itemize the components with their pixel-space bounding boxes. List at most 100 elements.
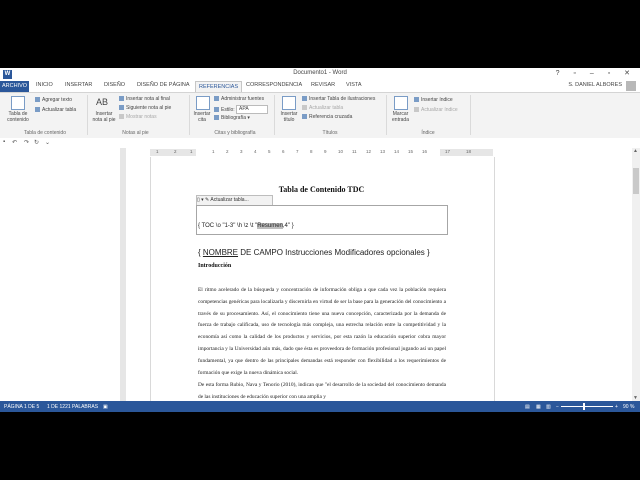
- repeat-icon[interactable]: ↻: [34, 139, 39, 146]
- tab-inicio[interactable]: INICIO: [36, 82, 53, 88]
- ruler-text-area: [196, 149, 440, 156]
- sources-icon: [214, 96, 219, 102]
- update-toc-button[interactable]: Actualizar tabla: [35, 107, 76, 113]
- insert-index-button[interactable]: Insertar índice: [414, 97, 453, 103]
- refresh-icon: [35, 107, 40, 113]
- update-table-control[interactable]: Actualizar tabla...: [210, 197, 248, 203]
- insert-citation-button[interactable]: Insertar cita: [191, 111, 213, 123]
- show-notes-icon: [119, 114, 124, 120]
- group-divider: [189, 95, 190, 135]
- add-text-icon: [35, 97, 40, 103]
- ruler-number: 6: [282, 149, 285, 154]
- ruler-number: 10: [338, 149, 344, 154]
- refresh-icon: [414, 107, 419, 113]
- save-icon[interactable]: ▪: [3, 139, 5, 145]
- word-count[interactable]: 1 DE 1221 PALABRAS: [47, 404, 98, 410]
- page-indicator[interactable]: PÁGINA 1 DE 5: [4, 404, 39, 410]
- tab-revisar[interactable]: REVISAR: [311, 82, 335, 88]
- zoom-slider-thumb[interactable]: [583, 403, 585, 410]
- ruler-number: 8: [310, 149, 313, 154]
- group-label-citations: Citas y bibliografía: [214, 130, 256, 136]
- mark-entry-button[interactable]: Marcar entrada: [388, 111, 413, 123]
- insert-table-of-figures-button[interactable]: Insertar Tabla de ilustraciones: [302, 96, 375, 102]
- style-dropdown[interactable]: APA: [236, 105, 269, 114]
- ruler-number: 7: [296, 149, 299, 154]
- zoom-level[interactable]: 90 %: [623, 404, 634, 410]
- ruler-number: 14: [394, 149, 400, 154]
- next-footnote-icon: [119, 105, 124, 111]
- vertical-ruler: [120, 148, 126, 401]
- update-table-icon: ✎: [205, 197, 210, 203]
- toc-field-code[interactable]: { TOC \o "1-3" \h \z \t "Resumen,4" }: [198, 223, 294, 229]
- toc-heading[interactable]: Tabla de Contenido TDC: [150, 185, 493, 194]
- next-footnote-button[interactable]: Siguiente nota al pie: [119, 105, 171, 111]
- endnote-icon: [119, 96, 124, 102]
- title-bar: W Documento1 - Word ? ▫ – ▫ ✕: [0, 68, 640, 81]
- update-index-button[interactable]: Actualizar índice: [414, 107, 458, 113]
- group-divider: [470, 95, 471, 135]
- tab-diseno[interactable]: DISEÑO: [104, 82, 125, 88]
- undo-icon[interactable]: ↶: [12, 139, 17, 146]
- toc-options-icon[interactable]: ▯ ▾: [197, 197, 205, 203]
- cross-reference-button[interactable]: Referencia cruzada: [302, 114, 352, 120]
- customize-qat-icon[interactable]: ⌄: [45, 139, 50, 146]
- ruler-number: 11: [352, 149, 357, 154]
- tab-diseno-pagina[interactable]: DISEÑO DE PÁGINA: [137, 82, 190, 88]
- scroll-up-icon[interactable]: ▲: [633, 148, 638, 154]
- insert-citation-icon: [196, 96, 210, 110]
- intro-heading[interactable]: Introducción: [198, 263, 231, 269]
- insert-endnote-button[interactable]: Insertar nota al final: [119, 96, 170, 102]
- redo-icon[interactable]: ↷: [24, 139, 29, 146]
- manage-sources-button[interactable]: Administrar fuentes: [214, 96, 264, 102]
- footnote-ab-icon: AB: [96, 97, 109, 107]
- group-label-index: Índice: [421, 130, 435, 136]
- ruler-number: 9: [324, 149, 327, 154]
- group-label-footnotes: Notas al pie: [122, 130, 149, 136]
- toc-button[interactable]: Tabla de contenido: [4, 111, 32, 123]
- field-syntax-line[interactable]: { NOMBRE DE CAMPO Instrucciones Modifica…: [198, 248, 430, 257]
- print-layout-icon[interactable]: ▦: [536, 404, 541, 410]
- tab-referencias[interactable]: REFERENCIAS: [195, 81, 243, 92]
- insert-footnote-button[interactable]: Insertar nota al pie: [90, 111, 118, 123]
- tab-correspondencia[interactable]: CORRESPONDENCIA: [246, 82, 302, 88]
- body-paragraph[interactable]: El ritmo acelerado de la búsqueda y conc…: [198, 285, 446, 379]
- style-selector[interactable]: Estilo: APA: [214, 105, 269, 114]
- web-layout-icon[interactable]: ▥: [546, 404, 551, 410]
- zoom-in-icon[interactable]: +: [615, 404, 618, 410]
- refresh-icon: [302, 105, 307, 111]
- group-label-toc: Tabla de contenido: [24, 130, 66, 136]
- ribbon-tabs: ARCHIVO INICIO INSERTAR DISEÑO DISEÑO DE…: [0, 81, 640, 92]
- tab-archivo[interactable]: ARCHIVO: [0, 81, 29, 92]
- field-name: NOMBRE: [202, 248, 239, 257]
- status-bar: PÁGINA 1 DE 5 1 DE 1221 PALABRAS ▣ ▤ ▦ ▥…: [0, 401, 640, 412]
- tab-insertar[interactable]: INSERTAR: [65, 82, 92, 88]
- user-name[interactable]: S. DANIEL ALBORES: [568, 82, 622, 88]
- avatar[interactable]: [626, 81, 636, 91]
- table-of-figures-icon: [302, 96, 307, 102]
- read-mode-icon[interactable]: ▤: [525, 404, 530, 410]
- ruler-number: 18: [466, 149, 472, 154]
- field-code-highlight: Resumen: [257, 223, 283, 229]
- quick-access-toolbar: ▪ ↶ ↷ ↻ ⌄: [0, 138, 640, 148]
- ruler-number: 13: [380, 149, 386, 154]
- ruler-number: 5: [268, 149, 271, 154]
- bibliography-button[interactable]: Bibliografía ▾: [214, 115, 250, 121]
- document-title: Documento1 - Word: [293, 70, 347, 76]
- group-label-captions: Títulos: [322, 130, 338, 136]
- window-controls[interactable]: ? ▫ – ▫ ✕: [556, 69, 636, 77]
- body-paragraph[interactable]: De esta forma Rubio, Nava y Tenorio (201…: [198, 380, 446, 401]
- update-figures-table-button[interactable]: Actualizar tabla: [302, 105, 343, 111]
- insert-caption-button[interactable]: Insertar título: [276, 111, 302, 123]
- zoom-out-icon[interactable]: −: [556, 404, 559, 410]
- vertical-scrollbar[interactable]: ▲ ▼: [632, 148, 640, 401]
- add-text-button[interactable]: Agregar texto: [35, 97, 72, 103]
- scrollbar-thumb[interactable]: [633, 168, 639, 194]
- tab-vista[interactable]: VISTA: [346, 82, 362, 88]
- style-icon: [214, 107, 219, 112]
- group-divider: [87, 95, 88, 135]
- toc-content-control[interactable]: [196, 205, 448, 235]
- show-notes-button[interactable]: Mostrar notas: [119, 114, 157, 120]
- zoom-slider[interactable]: [561, 406, 613, 407]
- horizontal-ruler[interactable]: 1 2 1 1 2 3 4 5 6 7 8 9 10 11 12 13 14 1…: [150, 149, 493, 156]
- proofing-icon[interactable]: ▣: [103, 404, 108, 410]
